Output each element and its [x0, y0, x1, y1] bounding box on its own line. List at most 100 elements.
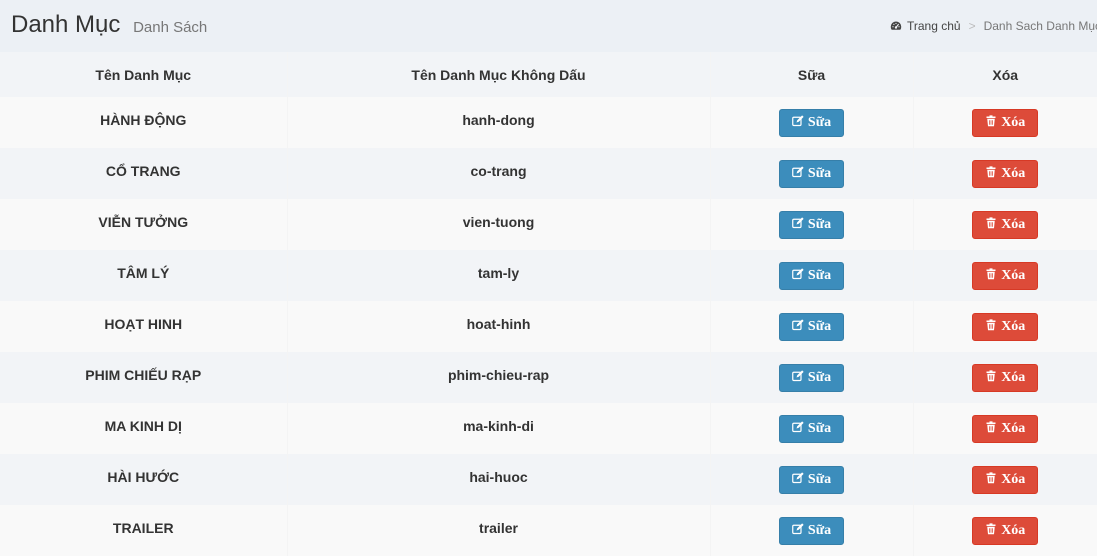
- edit-cell: Sữa: [709, 403, 913, 454]
- edit-button-label: Sữa: [807, 318, 832, 334]
- delete-button[interactable]: Xóa: [972, 465, 1039, 494]
- column-header-delete: Xóa: [912, 52, 1097, 97]
- table-row: TÂM LÝ tam-ly Sữa Xóa: [0, 250, 1097, 301]
- category-slug: hoat-hinh: [286, 301, 710, 352]
- trash-icon: [986, 369, 996, 381]
- category-slug: hai-huoc: [286, 454, 710, 505]
- trash-icon: [986, 522, 996, 534]
- category-name: VIỄN TƯỞNG: [98, 213, 189, 230]
- trash-icon: [986, 318, 996, 330]
- category-slug: co-trang: [286, 148, 710, 199]
- trash-icon: [986, 216, 996, 228]
- table-row: TRAILER trailer Sữa Xóa: [0, 505, 1097, 556]
- breadcrumb-separator: >: [968, 19, 976, 33]
- table-row: VIỄN TƯỞNG vien-tuong Sữa Xóa: [0, 199, 1097, 250]
- delete-cell: Xóa: [912, 352, 1097, 403]
- category-name: TÂM LÝ: [117, 264, 170, 281]
- edit-button[interactable]: Sữa: [778, 210, 845, 239]
- delete-button-label: Xóa: [1001, 318, 1026, 334]
- table-body: HÀNH ĐỘNG hanh-dong Sữa Xóa CỔ TRANG co-trang…: [0, 97, 1097, 556]
- delete-button-label: Xóa: [1001, 114, 1026, 130]
- page-title: Danh Mục Danh Sách: [11, 11, 207, 39]
- edit-cell: Sữa: [709, 352, 913, 403]
- category-name: HÀI HƯỚC: [107, 468, 180, 485]
- edit-button[interactable]: Sữa: [778, 414, 845, 443]
- delete-cell: Xóa: [912, 148, 1097, 199]
- breadcrumb-current: Danh Sach Danh Mục: [983, 19, 1097, 33]
- delete-cell: Xóa: [912, 454, 1097, 505]
- edit-cell: Sữa: [709, 454, 913, 505]
- edit-button[interactable]: Sữa: [778, 465, 845, 494]
- delete-button-label: Xóa: [1001, 420, 1026, 436]
- table-row: HOẠT HINH hoat-hinh Sữa Xóa: [0, 301, 1097, 352]
- delete-button-label: Xóa: [1001, 165, 1026, 181]
- edit-button-label: Sữa: [807, 420, 832, 436]
- delete-cell: Xóa: [912, 199, 1097, 250]
- edit-cell: Sữa: [709, 199, 913, 250]
- delete-button-label: Xóa: [1001, 522, 1026, 538]
- content-header: Danh Mục Danh Sách Trang chủ > Danh Sach…: [0, 0, 1097, 52]
- delete-cell: Xóa: [912, 97, 1097, 148]
- delete-button[interactable]: Xóa: [972, 108, 1039, 137]
- delete-button[interactable]: Xóa: [972, 363, 1039, 392]
- category-name: HOẠT HINH: [104, 315, 183, 332]
- delete-cell: Xóa: [912, 301, 1097, 352]
- table-row: MA KINH DỊ ma-kinh-di Sữa Xóa: [0, 403, 1097, 454]
- delete-cell: Xóa: [912, 250, 1097, 301]
- edit-button[interactable]: Sữa: [778, 159, 845, 188]
- breadcrumb: Trang chủ > Danh Sach Danh Mục: [890, 19, 1097, 33]
- edit-button[interactable]: Sữa: [778, 516, 845, 545]
- column-header-slug: Tên Danh Mục Không Dấu: [286, 52, 710, 97]
- edit-button-label: Sữa: [807, 216, 832, 232]
- table-row: CỔ TRANG co-trang Sữa Xóa: [0, 148, 1097, 199]
- category-slug: vien-tuong: [286, 199, 710, 250]
- edit-cell: Sữa: [709, 301, 913, 352]
- edit-button[interactable]: Sữa: [778, 363, 845, 392]
- edit-icon: [792, 216, 804, 228]
- breadcrumb-home-link[interactable]: Trang chủ: [890, 19, 961, 33]
- delete-button[interactable]: Xóa: [972, 159, 1039, 188]
- delete-button-label: Xóa: [1001, 267, 1026, 283]
- category-name: HÀNH ĐỘNG: [100, 111, 187, 128]
- edit-button[interactable]: Sữa: [778, 312, 845, 341]
- delete-button-label: Xóa: [1001, 471, 1026, 487]
- delete-button[interactable]: Xóa: [972, 516, 1039, 545]
- delete-cell: Xóa: [912, 403, 1097, 454]
- breadcrumb-home-label: Trang chủ: [906, 19, 961, 33]
- category-slug: tam-ly: [286, 250, 710, 301]
- category-slug: trailer: [286, 505, 710, 556]
- edit-cell: Sữa: [709, 97, 913, 148]
- edit-cell: Sữa: [709, 505, 913, 556]
- dashboard-icon: [890, 21, 902, 30]
- edit-icon: [792, 471, 804, 483]
- edit-button-label: Sữa: [807, 471, 832, 487]
- table-header-row: Tên Danh Mục Tên Danh Mục Không Dấu Sữa …: [0, 52, 1097, 97]
- category-table: Tên Danh Mục Tên Danh Mục Không Dấu Sữa …: [0, 52, 1097, 556]
- column-header-edit: Sữa: [709, 52, 913, 97]
- category-slug: ma-kinh-di: [286, 403, 710, 454]
- edit-button-label: Sữa: [807, 165, 832, 181]
- column-header-name: Tên Danh Mục: [95, 66, 192, 83]
- edit-cell: Sữa: [709, 250, 913, 301]
- delete-button[interactable]: Xóa: [972, 210, 1039, 239]
- category-name: MA KINH DỊ: [104, 417, 182, 434]
- category-slug: phim-chieu-rap: [286, 352, 710, 403]
- delete-button-label: Xóa: [1001, 369, 1026, 385]
- edit-button-label: Sữa: [807, 522, 832, 538]
- delete-button[interactable]: Xóa: [972, 261, 1039, 290]
- delete-button[interactable]: Xóa: [972, 414, 1039, 443]
- edit-button[interactable]: Sữa: [778, 108, 845, 137]
- trash-icon: [986, 114, 996, 126]
- trash-icon: [986, 420, 996, 432]
- edit-icon: [792, 420, 804, 432]
- category-name: CỔ TRANG: [105, 162, 181, 179]
- edit-button-label: Sữa: [807, 369, 832, 385]
- page-title-text: Danh Mục: [11, 11, 121, 38]
- table-row: HÀNH ĐỘNG hanh-dong Sữa Xóa: [0, 97, 1097, 148]
- edit-button-label: Sữa: [807, 114, 832, 130]
- edit-cell: Sữa: [709, 148, 913, 199]
- table-row: PHIM CHIẾU RẠP phim-chieu-rap Sữa Xóa: [0, 352, 1097, 403]
- edit-icon: [792, 165, 804, 177]
- delete-button[interactable]: Xóa: [972, 312, 1039, 341]
- edit-button[interactable]: Sữa: [778, 261, 845, 290]
